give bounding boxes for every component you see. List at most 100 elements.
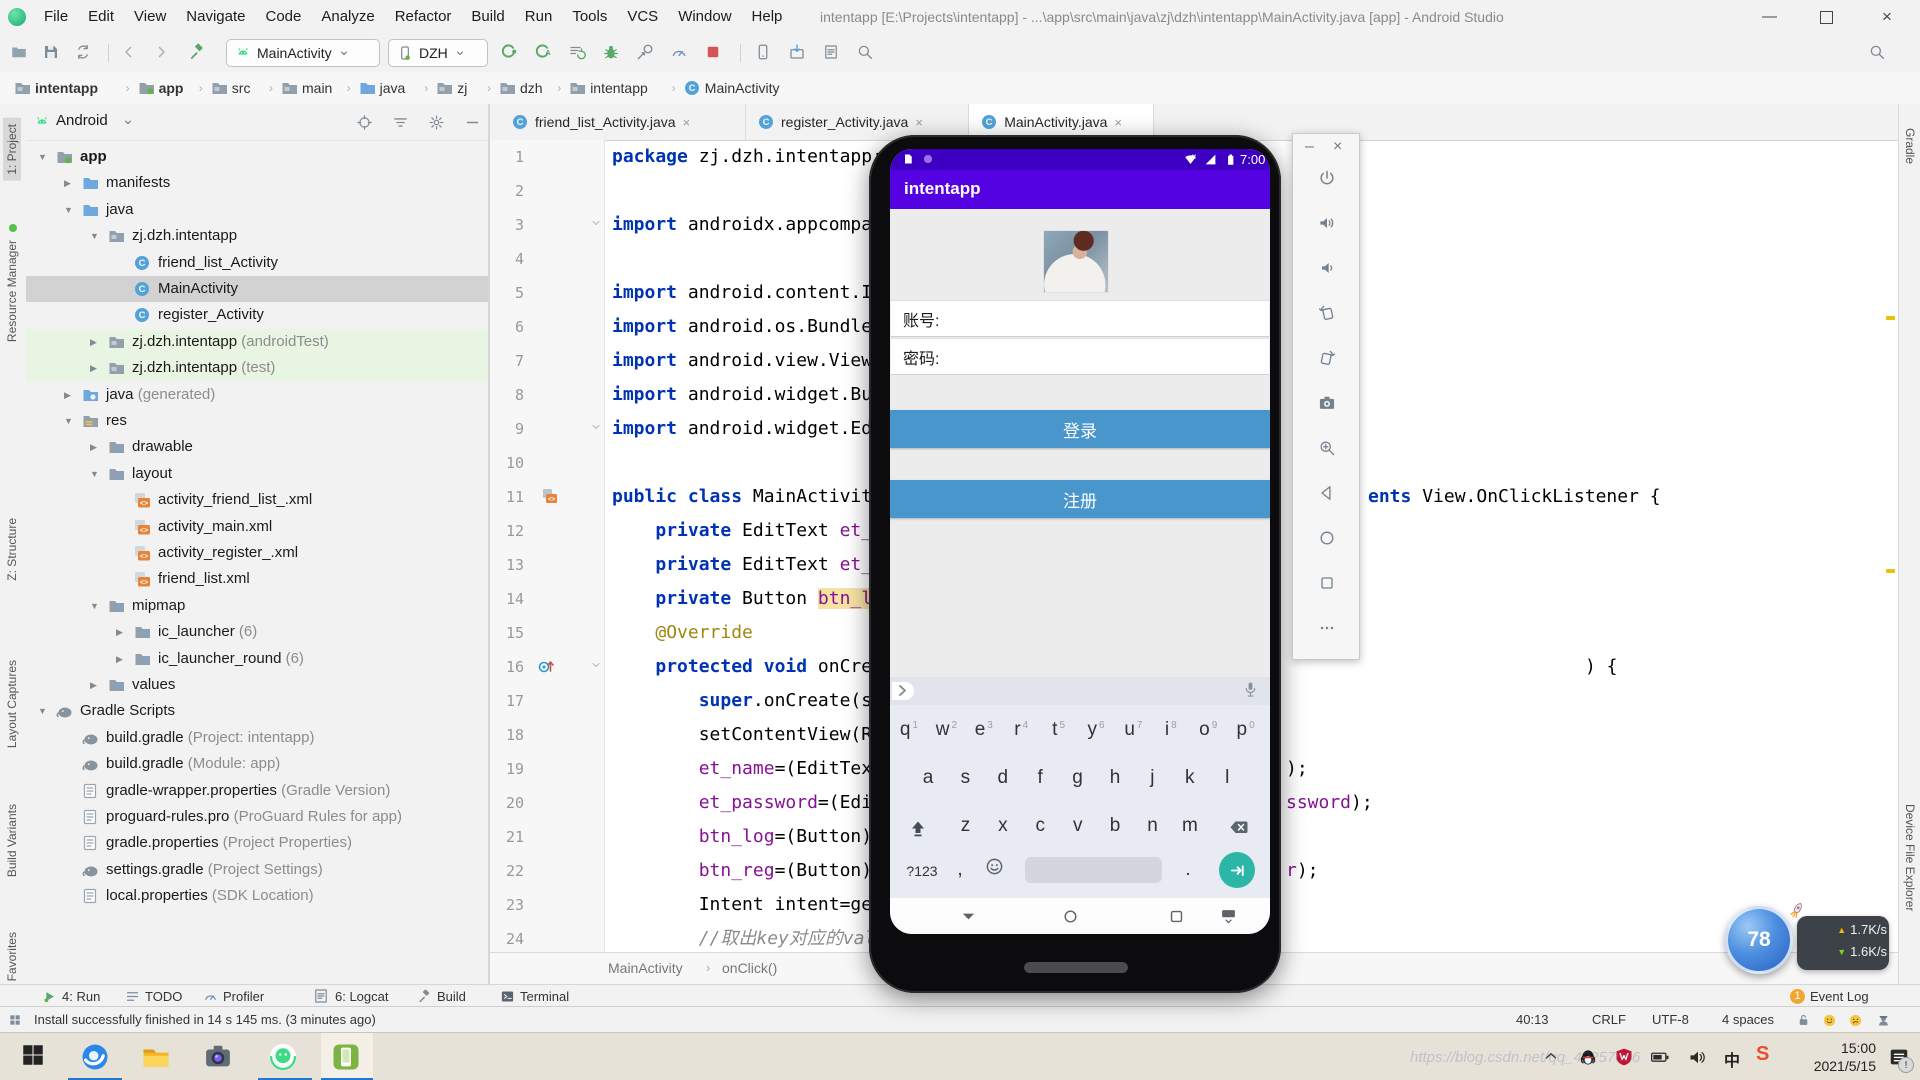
menu-code[interactable]: Code [255,0,311,34]
file-encoding[interactable]: UTF-8 [1652,1007,1689,1033]
tree-row-proguard-rules-pro[interactable]: proguard-rules.pro (ProGuard Rules for a… [26,804,488,830]
tree-row-mipmap[interactable]: ▼ mipmap [26,593,488,619]
profile-icon[interactable] [670,43,688,61]
tree-collapsed-arrow[interactable]: ▶ [90,363,97,374]
debug-icon[interactable] [602,43,620,61]
tray-ime-icon[interactable]: 中 [1724,1047,1740,1070]
run-icon[interactable] [500,43,518,61]
hide-icon[interactable] [464,114,481,131]
key-p[interactable]: p0 [1228,719,1264,741]
key-r[interactable]: r4 [1003,719,1039,741]
emulator-more-button[interactable] [1317,618,1337,638]
tree-row-java[interactable]: ▶ java (generated) [26,382,488,408]
overrides-method-gutter-icon[interactable] [538,658,554,674]
forward-icon[interactable] [152,43,170,61]
taskbar-camera-app-icon[interactable] [203,1042,233,1072]
expand-suggestions-icon[interactable] [892,682,914,700]
tree-row-local-properties[interactable]: local.properties (SDK Location) [26,883,488,909]
tree-row-ic-launcher-round[interactable]: ▶ ic_launcher_round (6) [26,646,488,672]
score-ball[interactable]: 78 [1725,906,1793,974]
tree-row-mainactivity[interactable]: C MainActivity [26,276,488,302]
menu-run[interactable]: Run [515,0,563,34]
tree-row-zj-dzh-intentapp[interactable]: ▶ zj.dzh.intentapp (androidTest) [26,328,488,355]
sync-icon[interactable] [74,43,92,61]
mic-icon[interactable] [1242,681,1259,698]
tree-row-build-gradle[interactable]: build.gradle (Module: app) [26,751,488,777]
key-z[interactable]: z [948,815,984,837]
tree-expanded-arrow[interactable]: ▼ [90,469,99,479]
menu-analyze[interactable]: Analyze [311,0,384,34]
symbols-key[interactable]: ?123 [900,863,944,879]
editor-breadcrumb-method[interactable]: onClick() [722,960,777,976]
breadcrumb-item-dzh[interactable]: dzh [499,72,543,104]
tree-row-values[interactable]: ▶ values [26,672,488,698]
stripe-1-project[interactable]: 1: Project [3,118,21,181]
gear-icon[interactable] [428,114,445,131]
caret-position[interactable]: 40:13 [1516,1007,1549,1033]
stripe-resource-manager[interactable]: Resource Manager [5,240,19,342]
period-key[interactable]: . [1170,859,1206,881]
nav-overview-icon[interactable] [1168,908,1185,925]
emulator-rotate-right-button[interactable] [1317,348,1337,368]
indent-setting[interactable]: 4 spaces [1722,1007,1774,1033]
tree-collapsed-arrow[interactable]: ▶ [64,178,71,189]
tree-expanded-arrow[interactable]: ▼ [90,601,99,611]
register-button[interactable]: 注册 [890,480,1270,518]
breadcrumb-item-main[interactable]: main [281,72,332,104]
key-q[interactable]: q1 [891,719,927,741]
locate-icon[interactable] [356,114,373,131]
tree-collapsed-arrow[interactable]: ▶ [64,390,71,401]
backspace-key[interactable] [1228,817,1249,838]
tree-row-friend-list-activity[interactable]: Cfriend_list_Activity [26,250,488,276]
tree-row-settings-gradle[interactable]: settings.gradle (Project Settings) [26,857,488,883]
key-a[interactable]: a [910,767,946,789]
tree-row-app[interactable]: ▼ app [26,144,488,170]
apply-changes-icon[interactable]: A [534,43,552,61]
tree-collapsed-arrow[interactable]: ▶ [116,654,123,665]
key-b[interactable]: b [1097,815,1133,837]
menu-help[interactable]: Help [742,0,793,34]
frown-icon[interactable] [1848,1013,1863,1028]
restart-activity-icon[interactable] [568,43,586,61]
menu-refactor[interactable]: Refactor [385,0,462,34]
key-i[interactable]: i8 [1153,719,1189,741]
emulator-home-button[interactable] [1317,528,1337,548]
tree-expanded-arrow[interactable]: ▼ [64,205,73,215]
account-input[interactable]: 账号: [891,300,1269,337]
emulator-rotate-left-button[interactable] [1317,303,1337,323]
tree-row-register-activity[interactable]: Cregister_Activity [26,302,488,328]
nav-keyboard-icon[interactable] [1220,908,1237,925]
breadcrumb-item-intentapp[interactable]: intentapp [14,72,98,104]
stripe-device-file-explorer[interactable]: Device File Explorer [1903,804,1917,911]
key-t[interactable]: t5 [1041,719,1077,741]
emulator-overview-button[interactable] [1317,573,1337,593]
enter-key[interactable] [1219,852,1255,888]
emulator-power-button[interactable] [1317,168,1337,188]
key-k[interactable]: k [1172,767,1208,789]
tree-row-zj-dzh-intentapp[interactable]: ▼ zj.dzh.intentapp [26,223,488,249]
menu-build[interactable]: Build [461,0,514,34]
stripe-z-structure[interactable]: Z: Structure [5,518,19,581]
menu-navigate[interactable]: Navigate [176,0,255,34]
emulator-close-button[interactable]: × [1333,138,1342,156]
key-m[interactable]: m [1172,815,1208,837]
line-ending[interactable]: CRLF [1592,1007,1626,1033]
editor-breadcrumb-class[interactable]: MainActivity [608,960,683,976]
close-tab-icon[interactable]: × [1114,115,1122,130]
nav-back-icon[interactable] [960,908,977,925]
emulator-zoom-button[interactable] [1317,438,1337,458]
open-project-icon[interactable] [10,43,28,61]
login-button[interactable]: 登录 [890,410,1270,448]
key-g[interactable]: g [1060,767,1096,789]
attach-debugger-icon[interactable] [636,43,654,61]
search-icon[interactable] [1868,43,1886,61]
tree-row-activity-main-xml[interactable]: <> activity_main.xml [26,514,488,540]
toolwindow-switcher-icon[interactable] [8,1013,22,1027]
emulator-volume-up-button[interactable] [1317,213,1337,233]
tree-row-java[interactable]: ▼ java [26,197,488,223]
toolwindow-build[interactable]: Build [417,985,466,1007]
save-all-icon[interactable] [42,43,60,61]
tree-row-res[interactable]: ▼ res [26,408,488,434]
project-view-mode[interactable]: Android [56,112,108,129]
nav-home-icon[interactable] [1062,908,1079,925]
